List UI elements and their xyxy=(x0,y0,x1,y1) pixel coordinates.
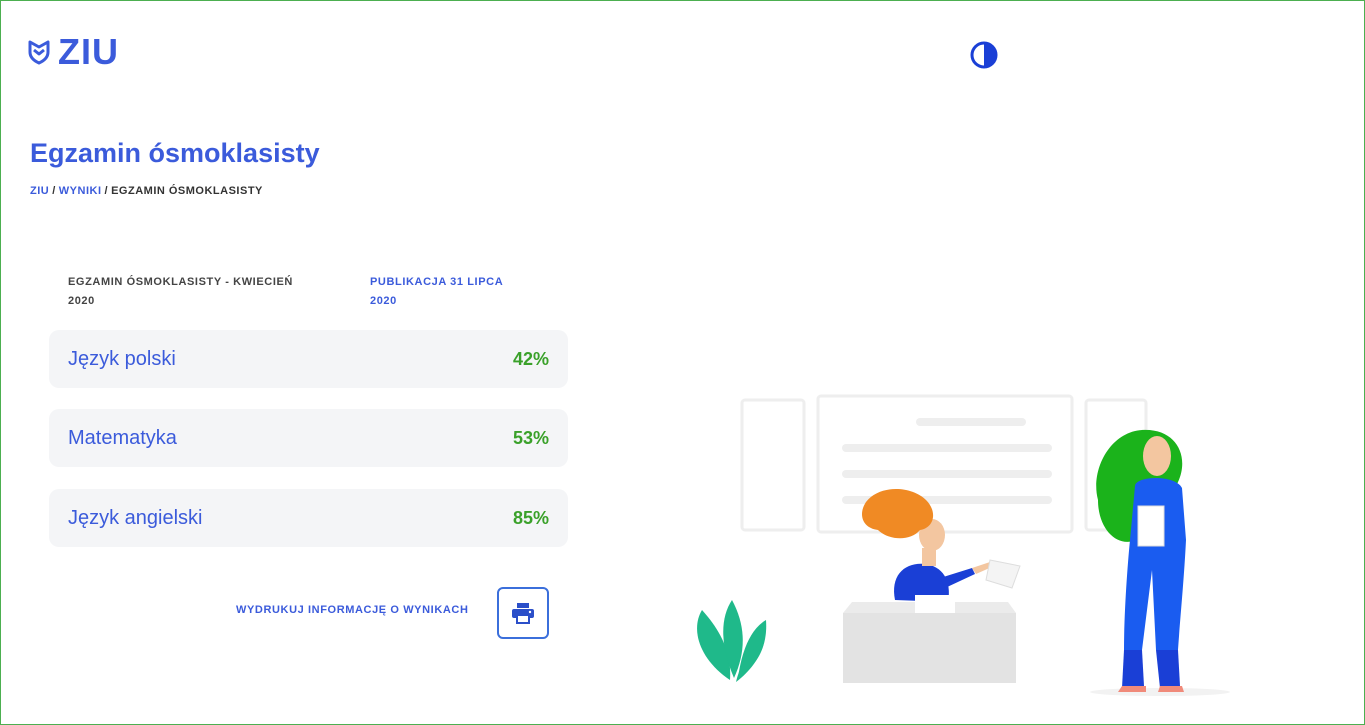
contrast-icon[interactable] xyxy=(970,41,998,69)
exam-name-line2: 2020 xyxy=(68,295,95,307)
result-card-math: Matematyka 53% xyxy=(49,409,568,467)
breadcrumb-link-wyniki[interactable]: WYNIKI xyxy=(59,185,102,197)
page-title: Egzamin ósmoklasisty xyxy=(30,138,320,168)
breadcrumb-current: EGZAMIN ÓSMOKLASISTY xyxy=(111,185,263,197)
result-card-english: Język angielski 85% xyxy=(49,489,568,547)
shield-logo-icon xyxy=(28,40,50,65)
breadcrumb: ZIU / WYNIKI / EGZAMIN ÓSMOKLASISTY xyxy=(30,185,263,197)
logo-text: ZIU xyxy=(58,31,119,72)
result-subject: Język angielski xyxy=(68,506,203,529)
publication-date: PUBLIKACJA 31 LIPCA 2020 xyxy=(370,273,530,311)
printer-icon xyxy=(512,603,534,624)
result-score: 85% xyxy=(512,507,549,528)
breadcrumb-link-ziu[interactable]: ZIU xyxy=(30,185,49,197)
publication-date-line2: 2020 xyxy=(370,295,397,307)
publication-date-line1: PUBLIKACJA 31 LIPCA xyxy=(370,276,504,288)
result-subject: Matematyka xyxy=(68,426,177,449)
print-button[interactable] xyxy=(497,587,549,639)
logo[interactable]: ZIU xyxy=(28,32,119,72)
breadcrumb-separator: / xyxy=(104,185,109,197)
result-card-polish: Język polski 42% xyxy=(49,330,568,388)
exam-name: EGZAMIN ÓSMOKLASISTY - KWIECIEŃ 2020 xyxy=(68,273,328,311)
exam-name-line1: EGZAMIN ÓSMOKLASISTY - KWIECIEŃ xyxy=(68,276,293,288)
result-subject: Język polski xyxy=(68,347,176,370)
office-illustration xyxy=(697,394,1230,696)
result-score: 53% xyxy=(512,427,549,448)
result-score: 42% xyxy=(512,348,549,369)
breadcrumb-separator: / xyxy=(52,185,56,197)
print-results-link[interactable]: WYDRUKUJ INFORMACJĘ O WYNIKACH xyxy=(236,604,469,616)
